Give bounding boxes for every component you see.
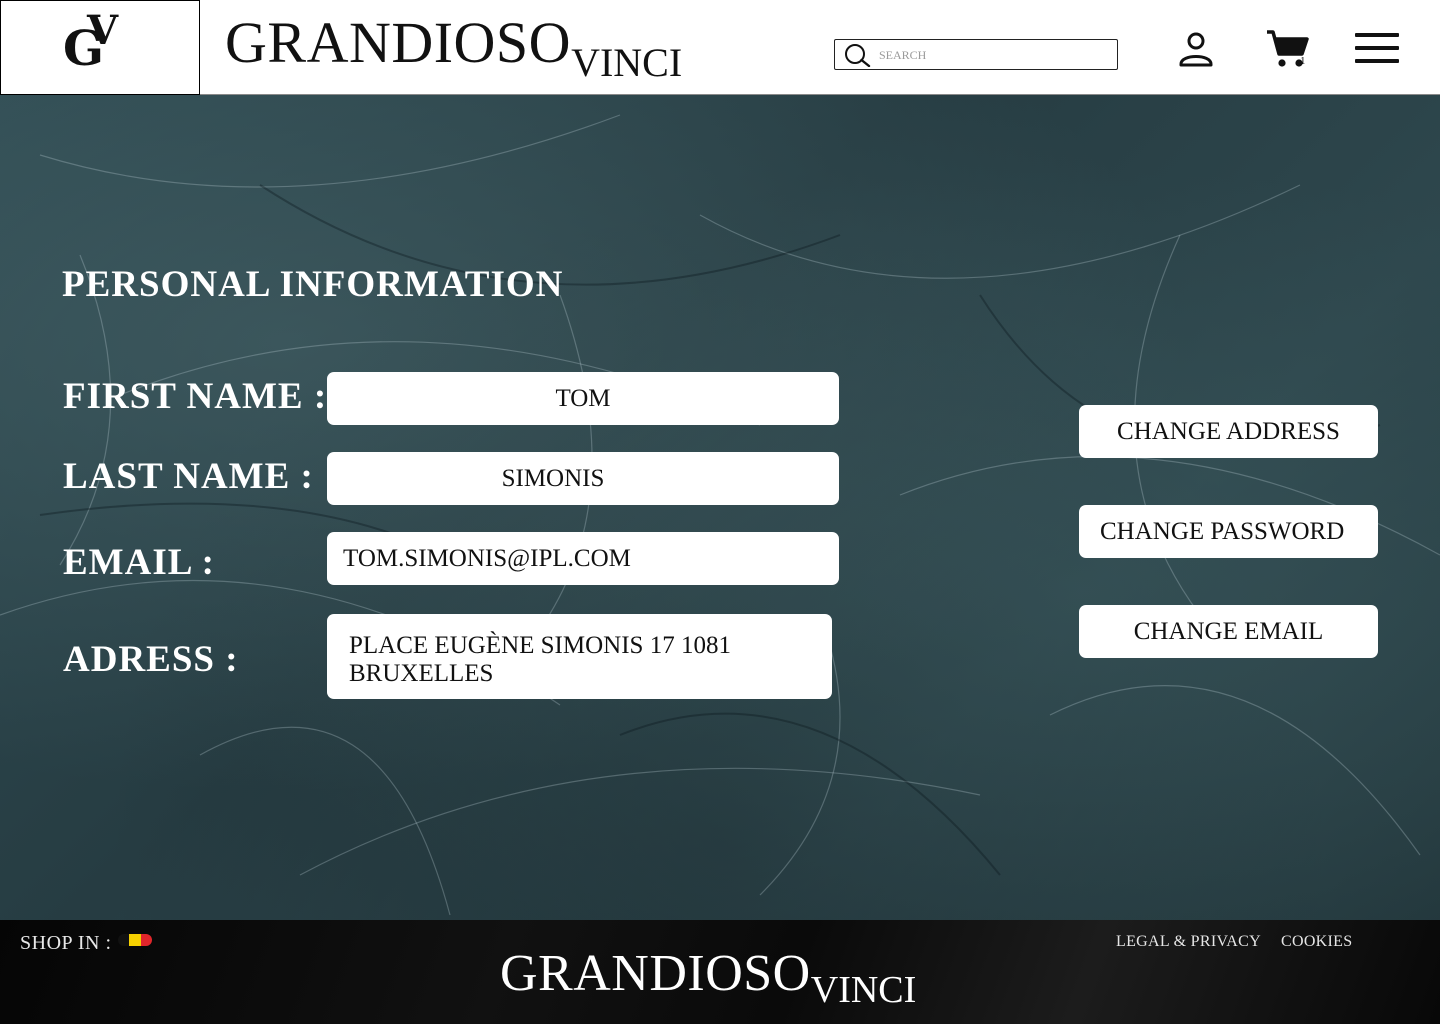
change-address-button[interactable]: CHANGE ADDRESS bbox=[1079, 405, 1378, 458]
shop-in-label: SHOP IN : bbox=[20, 932, 112, 954]
address-field[interactable]: PLACE EUGÈNE SIMONIS 17 1081 BRUXELLES bbox=[327, 614, 832, 699]
last-name-field[interactable]: SIMONIS bbox=[327, 452, 839, 505]
first-name-field[interactable]: TOM bbox=[327, 372, 839, 425]
page-title: PERSONAL INFORMATION bbox=[62, 264, 564, 305]
search-bar bbox=[834, 39, 1118, 70]
email-field[interactable]: TOM.SIMONIS@IPL.COM bbox=[327, 532, 839, 585]
last-name-label: LAST NAME : bbox=[63, 456, 314, 497]
search-icon[interactable] bbox=[843, 43, 873, 67]
flag-stripe-red bbox=[140, 934, 152, 946]
last-name-value: SIMONIS bbox=[501, 464, 605, 492]
brand-main-text: GRANDIOSO bbox=[225, 10, 572, 75]
address-value: PLACE EUGÈNE SIMONIS 17 1081 BRUXELLES bbox=[349, 632, 731, 687]
site-footer: SHOP IN : GRANDIOSOVINCI LEGAL & PRIVACY… bbox=[0, 920, 1440, 1024]
search-input[interactable] bbox=[879, 44, 1111, 66]
email-value: TOM.SIMONIS@IPL.COM bbox=[343, 544, 631, 572]
belgium-flag-icon[interactable] bbox=[118, 934, 152, 946]
change-password-button[interactable]: CHANGE PASSWORD bbox=[1079, 505, 1378, 558]
logo-mark: G V bbox=[61, 7, 125, 74]
change-email-button[interactable]: CHANGE EMAIL bbox=[1079, 605, 1378, 658]
flag-stripe-black bbox=[118, 934, 130, 946]
brand-wordmark[interactable]: GRANDIOSOVINCI bbox=[225, 14, 682, 83]
first-name-value: TOM bbox=[555, 384, 611, 412]
footer-brand-wordmark[interactable]: GRANDIOSOVINCI bbox=[500, 945, 916, 1010]
flag-stripe-yellow bbox=[129, 934, 141, 946]
logo-letter-v: V bbox=[87, 7, 119, 54]
account-content: PERSONAL INFORMATION FIRST NAME : TOM LA… bbox=[0, 95, 1440, 920]
footer-brand-main-text: GRANDIOSO bbox=[500, 945, 811, 1002]
legal-privacy-link[interactable]: LEGAL & PRIVACY bbox=[1116, 933, 1261, 951]
email-label: EMAIL : bbox=[63, 542, 215, 583]
footer-brand-sub-text: VINCI bbox=[810, 969, 917, 1011]
hamburger-menu-icon[interactable] bbox=[1355, 33, 1401, 65]
cart-icon[interactable] bbox=[1264, 28, 1314, 70]
user-icon[interactable] bbox=[1176, 30, 1216, 68]
address-label: ADRESS : bbox=[63, 639, 239, 680]
first-name-label: FIRST NAME : bbox=[63, 376, 328, 417]
cookies-link[interactable]: COOKIES bbox=[1281, 933, 1352, 951]
brand-sub-text: VINCI bbox=[571, 40, 683, 85]
site-header: G V GRANDIOSOVINCI 1 bbox=[0, 0, 1440, 95]
logo-monogram[interactable]: G V bbox=[0, 0, 200, 95]
cart-count-badge: 1 bbox=[1300, 55, 1306, 67]
